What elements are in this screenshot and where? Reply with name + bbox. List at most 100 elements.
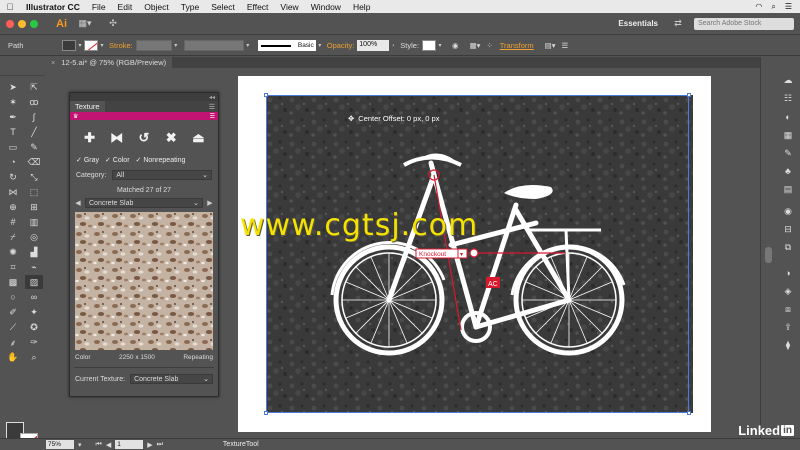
brushes-icon[interactable]: ✎ bbox=[781, 147, 795, 159]
menu-type[interactable]: Type bbox=[175, 2, 205, 12]
symbols-icon[interactable]: ♣ bbox=[781, 165, 795, 177]
stroke-dropdown-icon[interactable]: ▾ bbox=[98, 40, 106, 51]
ellipse-blob-tool-icon[interactable]: ○ bbox=[4, 290, 22, 304]
eyedropper-tool-icon[interactable]: ⌿ bbox=[4, 230, 22, 244]
shaper-tool-icon[interactable]: ◔ bbox=[4, 155, 22, 169]
zoom-tool-icon[interactable]: ⌕ bbox=[25, 350, 43, 364]
zoom-dropdown-icon[interactable]: ▾ bbox=[78, 441, 82, 449]
pen-tool-icon[interactable]: ✒ bbox=[4, 110, 22, 124]
stroke-swatch[interactable] bbox=[84, 40, 98, 51]
reset-texture-icon[interactable]: ↺ bbox=[135, 130, 153, 146]
align-grid-icon[interactable]: ▦▾ bbox=[467, 41, 484, 50]
gradient-tool-icon[interactable]: ▥ bbox=[25, 215, 43, 229]
recolor-artwork-icon[interactable]: ◉ bbox=[444, 41, 467, 50]
collapse-panel-icon[interactable]: ◂◂ bbox=[209, 94, 215, 101]
add-texture-icon[interactable]: ✚ bbox=[81, 130, 99, 146]
symbol-sprayer-tool-icon[interactable]: ✺ bbox=[4, 245, 22, 259]
link-tool-icon[interactable]: ∞ bbox=[25, 290, 43, 304]
reference-point-icon[interactable]: ⁘ bbox=[483, 41, 495, 50]
texture-tab[interactable]: Texture bbox=[70, 101, 105, 112]
style-dropdown-icon[interactable]: ▾ bbox=[436, 40, 444, 51]
expand-texture-icon[interactable]: ⏏ bbox=[189, 130, 207, 146]
free-transform-tool-icon[interactable]: ⬚ bbox=[25, 185, 43, 199]
shape-builder-tool-icon[interactable]: ⊕ bbox=[4, 200, 22, 214]
sync-settings-icon[interactable]: ⇄ bbox=[668, 17, 688, 31]
variable-width-dropdown-icon[interactable]: ▾ bbox=[244, 40, 252, 51]
pencil-tool-icon[interactable]: ✐ bbox=[4, 305, 22, 319]
column-graph-tool-icon[interactable]: ▟ bbox=[25, 245, 43, 259]
type-tool-icon[interactable]: T bbox=[4, 125, 22, 139]
mesh-tool-icon[interactable]: # bbox=[4, 215, 22, 229]
menu-view[interactable]: View bbox=[274, 2, 304, 12]
last-artboard-icon[interactable]: ⏭ bbox=[157, 441, 163, 449]
zoom-field[interactable]: 75% bbox=[46, 440, 74, 449]
wifi-icon[interactable]: ◠ bbox=[755, 2, 762, 12]
nonrepeating-checkbox[interactable]: ✓ Nonrepeating bbox=[136, 156, 186, 164]
transparency-icon[interactable]: ◑ bbox=[781, 267, 795, 279]
workspace-switcher[interactable]: Essentials bbox=[618, 19, 658, 28]
artboards-icon[interactable]: ⧈ bbox=[781, 303, 795, 315]
artboard-tool-icon[interactable]: ⌗ bbox=[4, 260, 22, 274]
menu-object[interactable]: Object bbox=[138, 2, 175, 12]
texture-active-tool-icon[interactable]: ▨ bbox=[25, 275, 43, 289]
search-icon[interactable]: ⌕ bbox=[771, 2, 775, 12]
category-select[interactable]: All ⌄ bbox=[112, 170, 212, 180]
perspective-grid-tool-icon[interactable]: ⊞ bbox=[25, 200, 43, 214]
brush-definition[interactable]: Basic bbox=[257, 40, 316, 51]
panel-header[interactable]: ◂◂ bbox=[70, 93, 218, 101]
curvature-tool-icon[interactable]: ∫ bbox=[25, 110, 43, 124]
handle-bottom-left[interactable] bbox=[264, 411, 268, 415]
lasso-tool-icon[interactable]: ꝏ bbox=[25, 95, 43, 109]
opacity-dropdown-icon[interactable]: › bbox=[389, 40, 397, 51]
opacity-field[interactable]: 100% bbox=[357, 40, 390, 51]
control-menu-icon[interactable]: ☰ bbox=[559, 41, 572, 50]
paintbrush-tool-icon[interactable]: ✎ bbox=[25, 140, 43, 154]
next-artboard-icon[interactable]: ▶ bbox=[147, 441, 152, 449]
properties-icon[interactable]: ☷ bbox=[781, 92, 795, 104]
flip-texture-icon[interactable]: ⧓ bbox=[108, 130, 126, 146]
sparkle-tool-icon[interactable]: ✦ bbox=[25, 305, 43, 319]
scale-tool-icon[interactable]: ⤡ bbox=[25, 170, 43, 184]
feather-tool-icon[interactable]: ⸙ bbox=[4, 335, 22, 349]
menu-file[interactable]: File bbox=[86, 2, 112, 12]
libraries-icon[interactable]: ☁ bbox=[781, 74, 795, 86]
slice-tool-icon[interactable]: ⌁ bbox=[25, 260, 43, 274]
color-checkbox[interactable]: ✓ Color bbox=[105, 156, 130, 164]
close-tab-icon[interactable]: × bbox=[51, 57, 55, 68]
brush-dropdown-icon[interactable]: ▾ bbox=[316, 40, 324, 51]
menu-app-name[interactable]: Illustrator CC bbox=[20, 2, 86, 12]
rectangle-tool-icon[interactable]: ▭ bbox=[4, 140, 22, 154]
gpu-performance-icon[interactable]: ✣ bbox=[103, 17, 123, 31]
handle-top-right[interactable] bbox=[687, 93, 691, 97]
magic-wand-tool-icon[interactable]: ✶ bbox=[4, 95, 22, 109]
gray-checkbox[interactable]: ✓ Gray bbox=[76, 156, 99, 164]
handle-bottom-right[interactable] bbox=[687, 411, 691, 415]
fill-swatch[interactable] bbox=[62, 40, 76, 51]
rotate-tool-icon[interactable]: ↻ bbox=[4, 170, 22, 184]
stroke-label[interactable]: Stroke: bbox=[106, 41, 136, 50]
direct-selection-tool-icon[interactable]: ⇱ bbox=[25, 80, 43, 94]
menu-effect[interactable]: Effect bbox=[241, 2, 275, 12]
selection-bounding-box[interactable] bbox=[264, 93, 691, 415]
previous-texture-icon[interactable]: ◀ bbox=[74, 199, 82, 207]
export-icon[interactable]: ⇪ bbox=[781, 321, 795, 333]
paint-tool-icon[interactable]: ✑ bbox=[25, 335, 43, 349]
graphic-style-swatch[interactable] bbox=[422, 40, 437, 51]
puppet-warp-tool-icon[interactable]: ✪ bbox=[25, 320, 43, 334]
selection-tool-icon[interactable]: ➤ bbox=[4, 80, 22, 94]
list-icon[interactable]: ☰ bbox=[785, 2, 792, 12]
zoom-window-icon[interactable] bbox=[30, 19, 38, 28]
menu-help[interactable]: Help bbox=[347, 2, 376, 12]
asset-export-icon[interactable]: ⧫ bbox=[781, 339, 795, 351]
menu-select[interactable]: Select bbox=[205, 2, 241, 12]
minimize-window-icon[interactable] bbox=[18, 19, 26, 28]
align-options-icon[interactable]: ▤▾ bbox=[537, 41, 559, 50]
variable-width-field[interactable] bbox=[183, 40, 244, 51]
apple-icon[interactable]:  bbox=[0, 2, 20, 12]
appearance-icon[interactable]: ◉ bbox=[781, 205, 795, 217]
artboard-number-field[interactable]: 1 bbox=[115, 440, 144, 449]
pathfinder-icon[interactable]: ⧉ bbox=[781, 241, 795, 253]
arrange-documents-icon[interactable]: ▦▾ bbox=[75, 17, 95, 31]
next-texture-icon[interactable]: ▶ bbox=[206, 199, 214, 207]
fill-dropdown-icon[interactable]: ▾ bbox=[76, 40, 84, 51]
